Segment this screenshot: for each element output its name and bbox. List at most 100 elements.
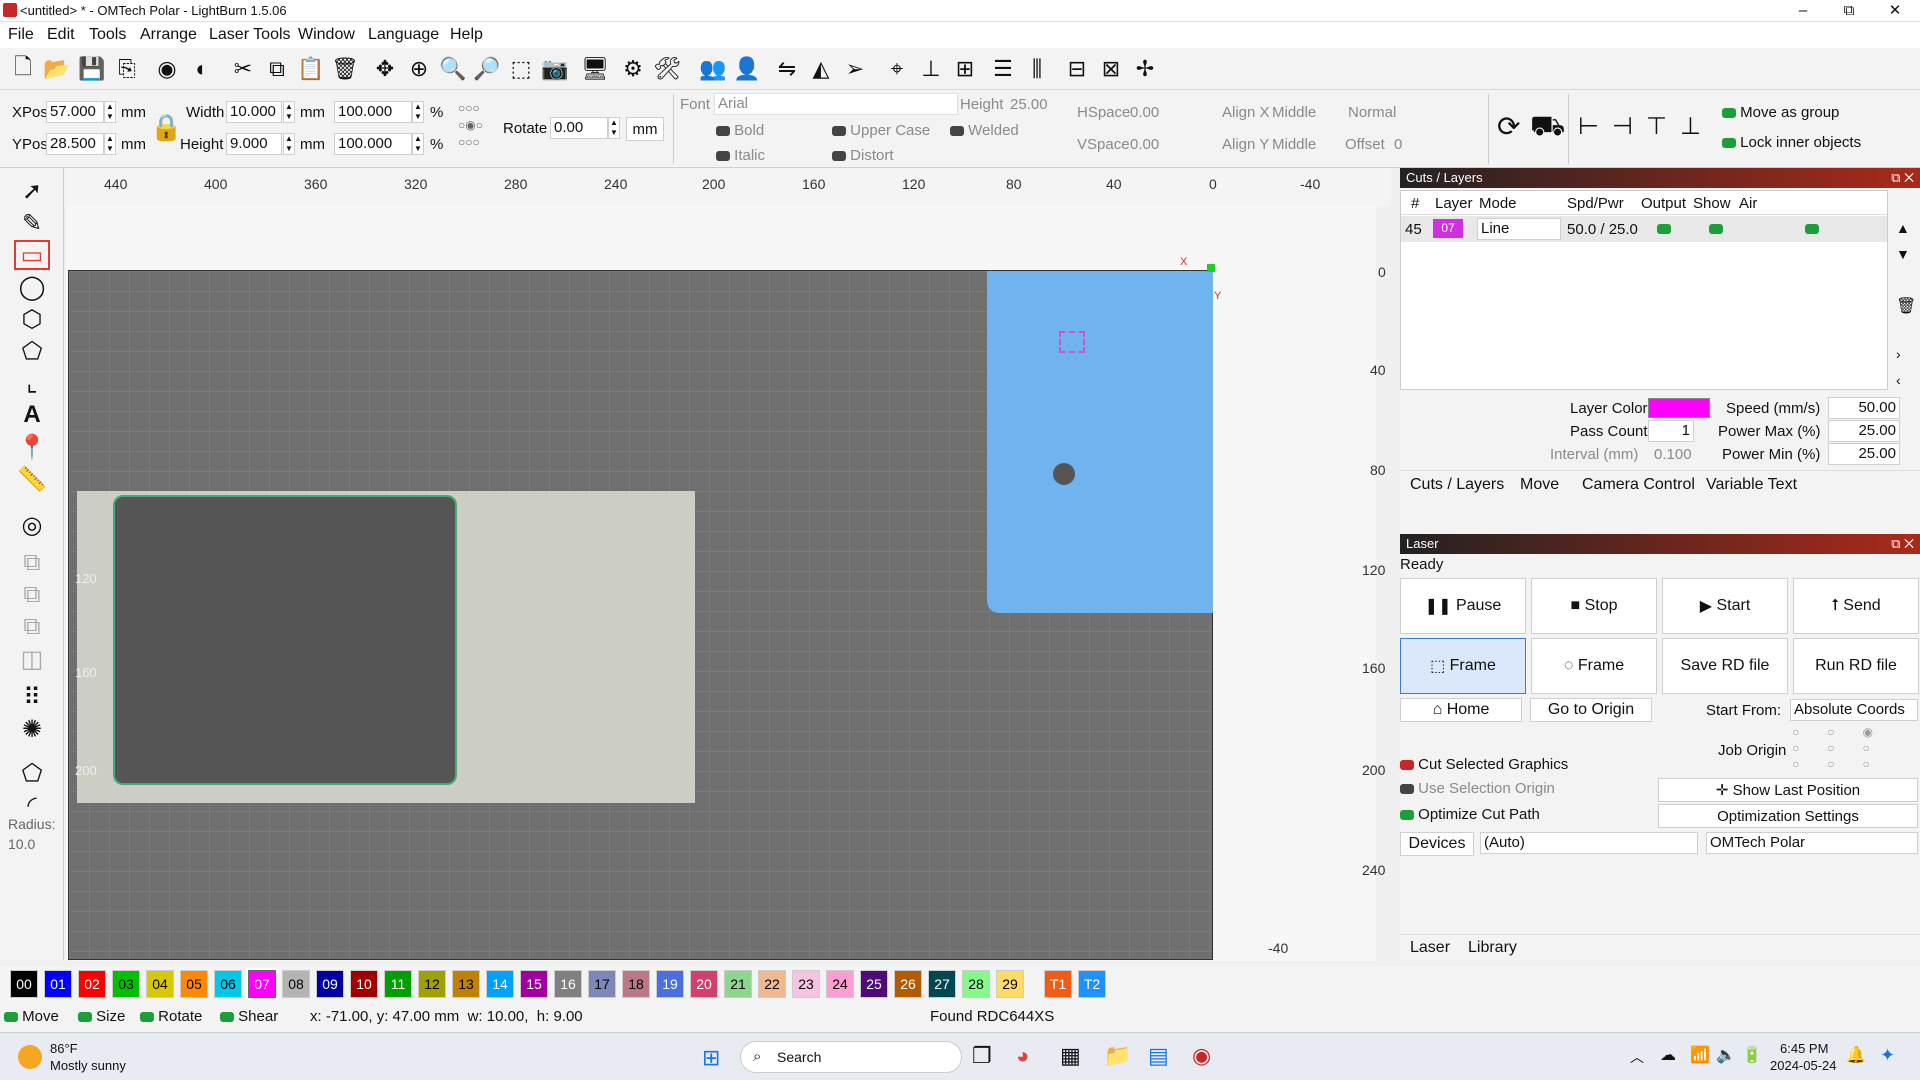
ypos-spinner[interactable]: ▲ ▼ — [104, 133, 116, 155]
palette-swatch-09[interactable]: 09 — [316, 970, 344, 998]
pause-button[interactable]: ❚❚ Pause — [1400, 578, 1526, 634]
align-center-icon[interactable]: ⊞ — [950, 54, 980, 84]
show-toggle[interactable] — [1709, 224, 1723, 234]
align-left-icon[interactable]: ⊢ — [1578, 112, 1599, 141]
maximize-button[interactable]: ⧉ — [1826, 0, 1872, 22]
tab-camera-control[interactable]: Camera Control — [1582, 476, 1695, 494]
palette-swatch-13[interactable]: 13 — [452, 970, 480, 998]
use-selection-origin-switch[interactable] — [1400, 784, 1414, 795]
chrome-icon[interactable]: ◕ — [1016, 1043, 1029, 1069]
palette-swatch-26[interactable]: 26 — [894, 970, 922, 998]
height-input[interactable]: 9.000 — [226, 133, 282, 155]
menu-language[interactable]: Language — [368, 26, 439, 44]
battery-icon[interactable]: 🔋 — [1742, 1045, 1762, 1065]
menu-file[interactable]: File — [8, 26, 34, 44]
palette-swatch-11[interactable]: 11 — [384, 970, 412, 998]
new-file-icon[interactable]: 🗋 — [8, 54, 38, 84]
clock-date[interactable]: 2024-05-24 — [1770, 1058, 1837, 1073]
file-explorer-icon[interactable]: 📁 — [1104, 1043, 1131, 1069]
distort-toggle[interactable]: Distort — [832, 147, 894, 164]
ellipse-tool-icon[interactable]: ◯ — [14, 272, 50, 302]
send-button[interactable]: ⭡ Send — [1793, 578, 1919, 634]
width-spinner[interactable]: ▲ ▼ — [283, 101, 295, 123]
palette-swatch-25[interactable]: 25 — [860, 970, 888, 998]
gear-icon[interactable]: ⚙ — [618, 54, 648, 84]
optimize-cut-switch[interactable] — [1400, 810, 1414, 821]
anchor-point-selector[interactable]: ○○○ ○◉○ ○○○ — [458, 100, 483, 151]
start-button[interactable]: ▶ Start — [1662, 578, 1788, 634]
node-edit-icon[interactable]: ⬠ — [14, 758, 50, 788]
frame-rect-button[interactable]: ⬚ Frame — [1400, 638, 1526, 694]
palette-swatch-08[interactable]: 08 — [282, 970, 310, 998]
palette-swatch-T1[interactable]: T1 — [1044, 970, 1072, 998]
zoom-fit-icon[interactable]: ⊕ — [404, 54, 434, 84]
boolean-intersect-icon[interactable]: ⧉ — [14, 612, 50, 642]
target-icon[interactable]: ⌖ — [882, 54, 912, 84]
output-toggle[interactable] — [1657, 224, 1671, 234]
palette-swatch-05[interactable]: 05 — [180, 970, 208, 998]
space-vertical-icon[interactable]: ⊠ — [1096, 54, 1126, 84]
windows-start-icon[interactable]: ⊞ — [702, 1045, 720, 1071]
layer-color-swatch[interactable] — [1648, 398, 1710, 418]
height-percent-spinner[interactable]: ▲ ▼ — [412, 133, 424, 155]
expand-panel-icon[interactable]: › — [1896, 346, 1901, 362]
panel-close-icon[interactable]: ⧉ ✕ — [1891, 170, 1914, 186]
camera-icon[interactable]: 📷 — [540, 54, 570, 84]
menu-help[interactable]: Help — [450, 26, 483, 44]
align-top-icon[interactable]: ⊤ — [1646, 112, 1667, 141]
italic-toggle[interactable]: Italic — [716, 147, 765, 164]
cut-selected-switch[interactable] — [1400, 760, 1414, 771]
calculator-icon[interactable]: ▦ — [1060, 1043, 1081, 1069]
font-height-value[interactable]: 25.00 — [1010, 96, 1048, 113]
grid-array-icon[interactable]: ⠿ — [14, 682, 50, 712]
palette-swatch-14[interactable]: 14 — [486, 970, 514, 998]
speed-input[interactable]: 50.00 — [1828, 397, 1900, 419]
welded-toggle[interactable]: Welded — [950, 122, 1019, 139]
circular-array-icon[interactable]: ✺ — [14, 714, 50, 744]
font-select[interactable]: Arial — [714, 93, 958, 115]
save-icon[interactable]: 💾 — [77, 54, 107, 84]
size-switch[interactable] — [78, 1012, 92, 1023]
position-tool-icon[interactable]: 📍 — [14, 432, 50, 462]
palette-swatch-10[interactable]: 10 — [350, 970, 378, 998]
offset-tool-icon[interactable]: ◎ — [14, 510, 50, 540]
lock-icon[interactable]: 🔒 — [150, 112, 182, 143]
align-right-icon[interactable]: ⊣ — [1612, 112, 1633, 141]
uppercase-toggle[interactable]: Upper Case — [832, 122, 930, 139]
palette-swatch-16[interactable]: 16 — [554, 970, 582, 998]
cut-selected-toggle[interactable]: Cut Selected Graphics — [1400, 756, 1568, 773]
move-as-group-toggle[interactable]: Move as group — [1722, 104, 1839, 121]
wifi-icon[interactable]: 📶 — [1690, 1045, 1710, 1065]
rotate-cw-icon[interactable]: ⟳ — [1497, 110, 1520, 143]
monitor-icon[interactable]: 🖥 — [580, 54, 610, 84]
laser-panel-close-icon[interactable]: ⧉ ✕ — [1891, 536, 1914, 552]
palette-swatch-28[interactable]: 28 — [962, 970, 990, 998]
palette-swatch-T2[interactable]: T2 — [1078, 970, 1106, 998]
shear-switch[interactable] — [220, 1012, 234, 1023]
hspace-value[interactable]: 0.00 — [1130, 104, 1159, 121]
zoom-in-icon[interactable]: 🔍 — [438, 54, 468, 84]
height-spinner[interactable]: ▲ ▼ — [283, 133, 295, 155]
start-from-select[interactable]: Absolute Coords — [1790, 699, 1918, 721]
polygon-tool-icon[interactable]: ⬡ — [14, 304, 50, 334]
height-percent-input[interactable]: 100.000 — [334, 133, 412, 155]
flip-horizontal-icon[interactable]: ⇋ — [772, 54, 802, 84]
alignx-select[interactable]: Middle — [1272, 104, 1316, 121]
menu-edit[interactable]: Edit — [47, 26, 75, 44]
layer-mode-select[interactable]: Line — [1477, 218, 1561, 240]
distort-toggle-switch[interactable] — [832, 151, 846, 162]
palette-swatch-24[interactable]: 24 — [826, 970, 854, 998]
task-view-icon[interactable]: ❐ — [972, 1043, 992, 1069]
color-wheel-icon[interactable]: ◐ — [187, 54, 217, 84]
go-to-origin-button[interactable]: Go to Origin — [1530, 698, 1652, 722]
rectangle-tool-icon[interactable]: ▭ — [14, 240, 50, 270]
move-switch[interactable] — [4, 1012, 18, 1023]
minimize-button[interactable]: – — [1780, 0, 1826, 22]
boolean-union-icon[interactable]: ⧉ — [14, 548, 50, 578]
interval-value[interactable]: 0.100 — [1654, 446, 1692, 463]
layer-row[interactable]: 45 07 Line 50.0 / 25.0 — [1401, 216, 1887, 242]
palette-swatch-17[interactable]: 17 — [588, 970, 616, 998]
palette-swatch-01[interactable]: 01 — [44, 970, 72, 998]
clock-time[interactable]: 6:45 PM — [1780, 1041, 1828, 1056]
uppercase-toggle-switch[interactable] — [832, 126, 846, 137]
